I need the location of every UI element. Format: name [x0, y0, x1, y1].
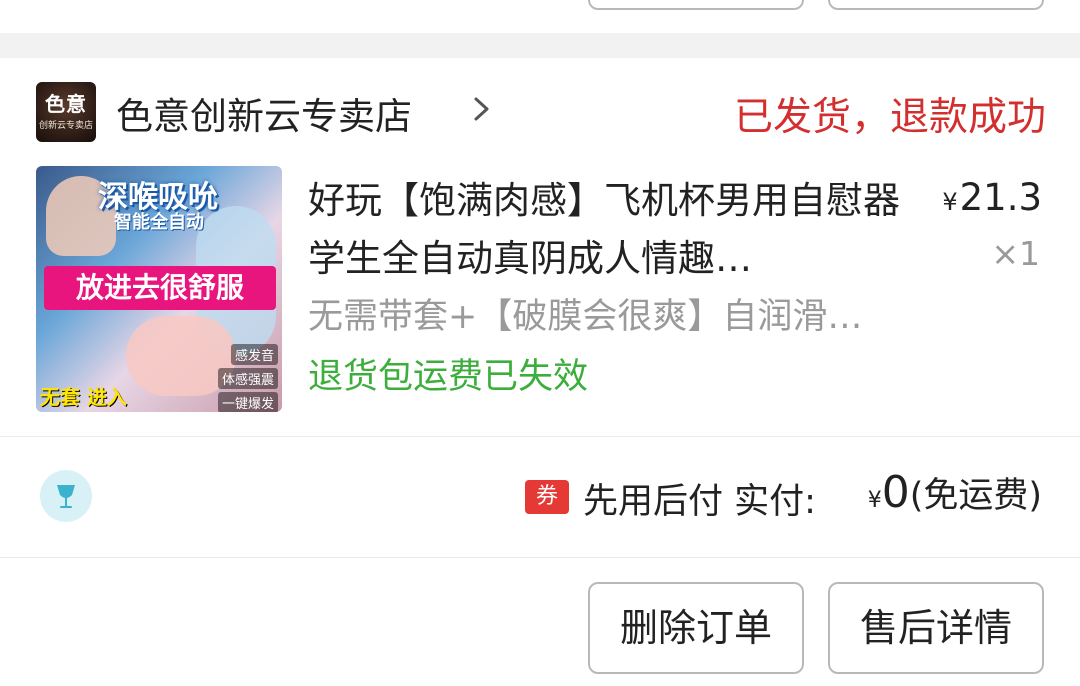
shipping-note: (免运费) [909, 476, 1042, 516]
product-image-tag: 体感强震 [217, 368, 278, 389]
product-image-highlight: 放进去很舒服 [44, 266, 276, 310]
price-value: 21.3 [959, 176, 1042, 219]
previous-order-button-right[interactable] [828, 0, 1044, 10]
product-image-tag: 一键爆发 [217, 392, 278, 412]
shop-logo-text: 色意 [45, 92, 87, 116]
payment-amount: ¥0(免运费) [868, 467, 1042, 518]
shop-logo-subtext: 创新云专卖店 [38, 121, 93, 131]
chevron-right-icon[interactable] [466, 94, 496, 124]
amount-value: 0 [881, 467, 910, 518]
currency-symbol: ¥ [942, 188, 958, 216]
product-quantity: ×1 [991, 234, 1040, 273]
order-status: 已发货，退款成功 [733, 95, 1046, 140]
coupon-badge: 券 [525, 480, 569, 514]
payment-summary: 券 先用后付 实付: ¥0(免运费) [0, 437, 1080, 557]
shop-logo[interactable]: 色意 创新云专卖店 [36, 82, 96, 142]
divider [0, 557, 1080, 558]
product-image[interactable]: 深喉吸吮 智能全自动 放进去很舒服 感发音 体感强震 一键爆发 无套 进入 [36, 166, 282, 412]
payment-method: 先用后付 实付: [583, 482, 816, 522]
wine-glass-icon[interactable] [40, 470, 92, 522]
product-image-subbanner: 智能全自动 [114, 212, 204, 233]
delete-order-button[interactable]: 删除订单 [588, 582, 804, 674]
product-spec: 无需带套+【破膜会很爽】自润滑… [308, 297, 863, 337]
product-image-bottom-text: 无套 进入 [40, 385, 127, 409]
previous-order-button-left[interactable] [588, 0, 804, 10]
shop-name[interactable]: 色意创新云专卖店 [116, 86, 412, 140]
product-title[interactable]: 好玩【饱满肉感】飞机杯男用自慰器学生全自动真阴成人情趣… [308, 172, 908, 292]
previous-order-footer [0, 0, 1080, 33]
order-card: 色意 创新云专卖店 色意创新云专卖店 已发货，退款成功 深喉吸吮 智能全自动 放… [0, 58, 1080, 686]
section-gap [0, 33, 1080, 58]
product-price: ¥21.3 [942, 176, 1042, 219]
shop-header[interactable]: 色意 创新云专卖店 色意创新云专卖店 已发货，退款成功 [36, 80, 1046, 142]
return-shipping-note: 退货包运费已失效 [308, 357, 589, 397]
currency-symbol: ¥ [867, 488, 882, 513]
after-sales-details-button[interactable]: 售后详情 [828, 582, 1044, 674]
product-image-tag: 感发音 [230, 344, 278, 365]
